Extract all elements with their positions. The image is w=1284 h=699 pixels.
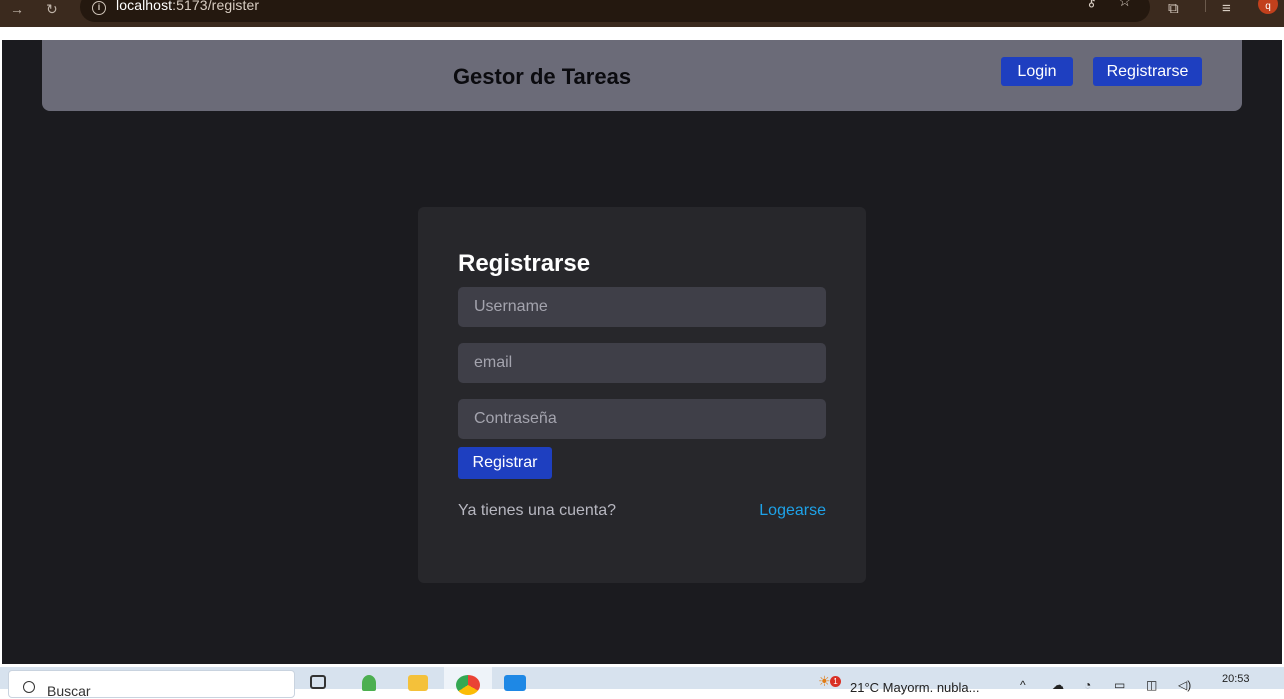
profile-avatar[interactable]: q xyxy=(1258,0,1278,14)
weather-text[interactable]: 21°C Mayorm. nubla... xyxy=(850,680,979,695)
register-nav-button[interactable]: Registrarse xyxy=(1093,57,1202,86)
taskbar-clock[interactable]: 20:53 xyxy=(1222,673,1250,685)
form-title: Registrarse xyxy=(458,250,591,277)
toolbar-separator xyxy=(1205,0,1206,12)
display-icon[interactable]: ◫ xyxy=(1146,679,1157,691)
reload-icon[interactable]: ↻ xyxy=(46,2,58,16)
taskbar-search[interactable]: Buscar xyxy=(8,670,295,699)
have-account-text: Ya tienes una cuenta? xyxy=(458,502,617,519)
address-url: localhost:5173/register xyxy=(116,0,260,13)
browser-toolbar: → ↻ i localhost:5173/register ⚷ ☆ ⧉ ≡ q xyxy=(0,0,1284,27)
site-info-icon[interactable]: i xyxy=(92,1,106,15)
task-view-icon[interactable] xyxy=(310,675,326,689)
app-header: Gestor de Tareas Login Registrarse xyxy=(42,40,1242,111)
forward-icon[interactable]: → xyxy=(10,2,24,16)
password-key-icon[interactable]: ⚷ xyxy=(1086,0,1097,9)
register-card: Registrarse Registrar Ya tienes una cuen… xyxy=(418,207,866,583)
login-button[interactable]: Login xyxy=(1001,57,1073,86)
os-taskbar: Buscar ☀ 1 21°C Mayorm. nubla... ^ ☁ ◔ ▭… xyxy=(0,667,1284,699)
search-icon xyxy=(23,681,35,693)
media-control-icon[interactable]: ≡ xyxy=(1222,1,1231,16)
weather-icon[interactable]: ☀ xyxy=(818,674,831,688)
register-submit-button[interactable]: Registrar xyxy=(458,447,552,479)
chrome-icon[interactable] xyxy=(456,675,480,695)
address-bar[interactable]: i localhost:5173/register ⚷ ☆ xyxy=(80,0,1150,22)
username-input[interactable] xyxy=(458,287,826,327)
network-icon[interactable]: ◔ xyxy=(1084,679,1091,691)
chevron-up-icon[interactable]: ^ xyxy=(1020,679,1026,691)
onedrive-icon[interactable]: ☁ xyxy=(1052,679,1064,691)
volume-icon[interactable]: ◁) xyxy=(1178,679,1191,691)
page-viewport: Gestor de Tareas Login Registrarse Regis… xyxy=(2,40,1282,664)
app-title: Gestor de Tareas xyxy=(452,64,632,89)
login-link[interactable]: Logearse xyxy=(759,502,826,520)
weather-badge: 1 xyxy=(830,676,841,687)
taskbar-search-text: Buscar xyxy=(47,683,91,699)
extensions-icon[interactable]: ⧉ xyxy=(1168,1,1179,16)
email-input[interactable] xyxy=(458,343,826,383)
password-input[interactable] xyxy=(458,399,826,439)
battery-icon[interactable]: ▭ xyxy=(1114,679,1125,691)
bookmark-star-icon[interactable]: ☆ xyxy=(1118,0,1131,9)
